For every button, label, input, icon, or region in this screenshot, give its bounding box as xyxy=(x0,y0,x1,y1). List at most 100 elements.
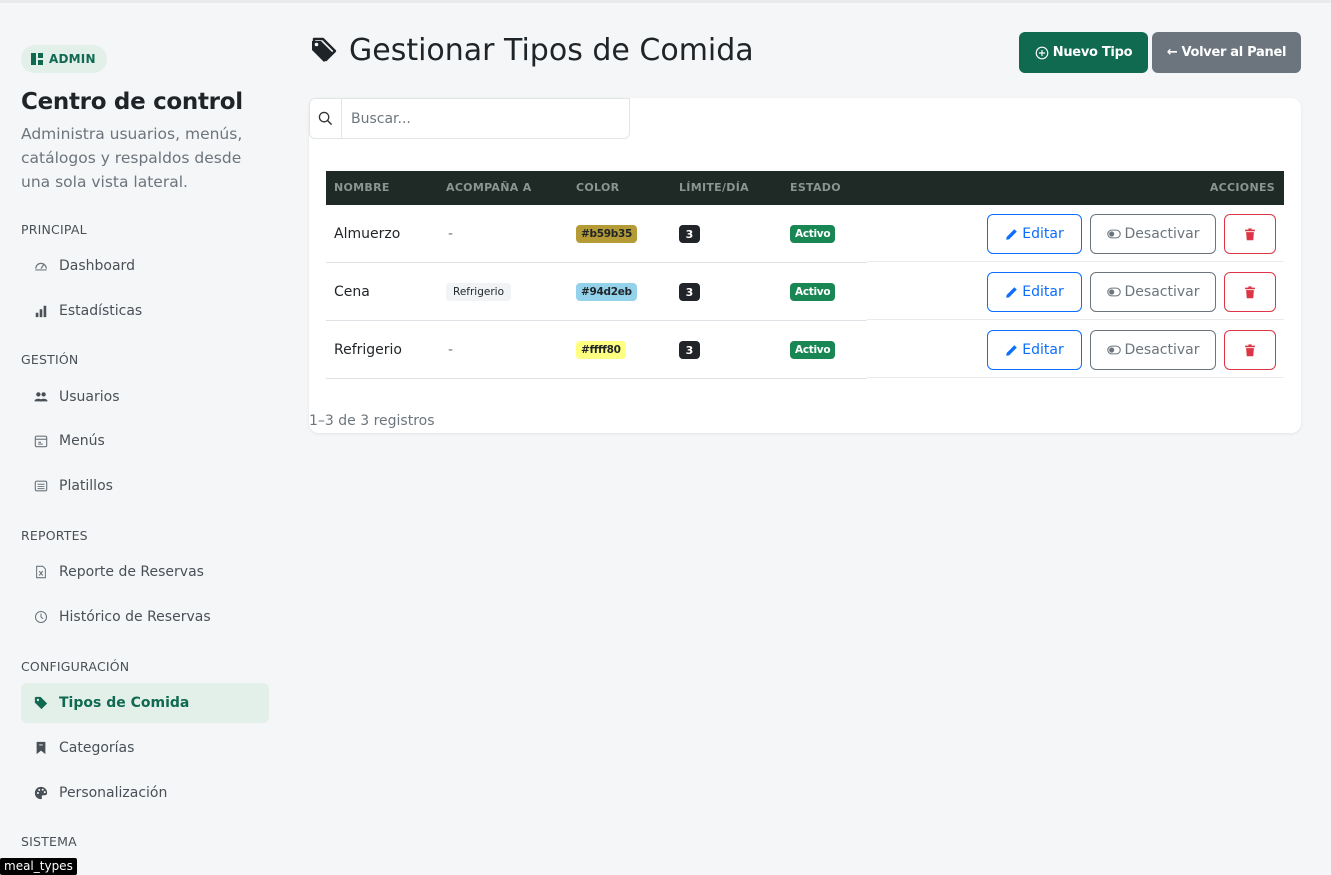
sidebar-item-label: Categorías xyxy=(59,740,135,756)
table-row: Cena Refrigerio #94d2eb 3 Activo Editar … xyxy=(326,263,1284,321)
sidebar-item-personalizacion[interactable]: Personalización xyxy=(21,773,269,813)
delete-button[interactable] xyxy=(1224,272,1276,312)
bookmark-icon xyxy=(34,741,48,755)
pagination-info: 1–3 de 3 registros xyxy=(309,413,435,429)
clock-history-icon xyxy=(34,610,48,624)
status-badge: Activo xyxy=(790,341,836,359)
sidebar-title: Centro de control xyxy=(21,89,243,115)
sidebar-item-historico-reservas[interactable]: Histórico de Reservas xyxy=(21,597,269,637)
col-limite[interactable]: LÍMITE/DÍA xyxy=(679,181,749,194)
status-badge: Activo xyxy=(790,283,836,301)
toggle-icon xyxy=(1106,229,1121,239)
limit-badge: 3 xyxy=(679,341,700,359)
pencil-icon xyxy=(1006,286,1018,298)
section-configuracion: CONFIGURACIÓN xyxy=(21,659,130,674)
edit-button[interactable]: Editar xyxy=(987,214,1082,254)
col-color[interactable]: COLOR xyxy=(576,181,619,194)
limit-badge: 3 xyxy=(679,225,700,243)
sidebar-description: Administra usuarios, menús, catálogos y … xyxy=(21,125,243,191)
sidebar-item-tipos-comida[interactable]: Tipos de Comida xyxy=(21,683,269,723)
cell-acompana: - xyxy=(448,226,454,242)
admin-badge-label: ADMIN xyxy=(49,52,96,66)
sidebar-item-label: Reporte de Reservas xyxy=(59,564,204,580)
deactivate-button[interactable]: Desactivar xyxy=(1090,272,1216,312)
toggle-icon xyxy=(1106,345,1121,355)
col-estado[interactable]: ESTADO xyxy=(790,181,841,194)
sidebar-item-usuarios[interactable]: Usuarios xyxy=(21,377,269,417)
delete-button[interactable] xyxy=(1224,330,1276,370)
delete-button[interactable] xyxy=(1224,214,1276,254)
table-row: Almuerzo - #b59b35 3 Activo Editar Desac… xyxy=(326,205,1284,263)
tooltip: meal_types xyxy=(0,858,77,875)
tags-icon xyxy=(312,37,337,62)
new-type-button-label: Nuevo Tipo xyxy=(1052,45,1133,60)
toggle-icon xyxy=(1106,287,1121,297)
bar-chart-icon xyxy=(34,304,48,318)
section-reportes: REPORTES xyxy=(21,528,88,543)
tag-icon xyxy=(34,696,48,710)
cell-nombre: Almuerzo xyxy=(334,226,401,242)
cell-nombre: Refrigerio xyxy=(334,342,402,358)
file-excel-icon xyxy=(34,565,48,579)
deactivate-button[interactable]: Desactivar xyxy=(1090,214,1216,254)
sidebar-item-dashboard[interactable]: Dashboard xyxy=(21,246,269,286)
pencil-icon xyxy=(1006,228,1018,240)
cell-nombre: Cena xyxy=(334,284,370,300)
arrow-left-icon: ← xyxy=(1166,45,1178,60)
table-header: NOMBRE ACOMPAÑA A COLOR LÍMITE/DÍA ESTAD… xyxy=(326,171,1284,205)
color-chip: #ffff80 xyxy=(576,341,626,359)
sidebar-item-label: Personalización xyxy=(59,785,168,801)
search-input[interactable] xyxy=(342,99,629,138)
limit-badge: 3 xyxy=(679,283,700,301)
sidebar-item-label: Estadísticas xyxy=(59,303,143,319)
col-acompana[interactable]: ACOMPAÑA A xyxy=(446,181,532,194)
cell-acompana: - xyxy=(448,342,454,358)
admin-badge: ADMIN xyxy=(21,45,107,73)
deactivate-button[interactable]: Desactivar xyxy=(1090,330,1216,370)
color-chip: #b59b35 xyxy=(576,225,637,243)
layout-icon xyxy=(31,53,43,65)
back-to-panel-button[interactable]: ← Volver al Panel xyxy=(1152,32,1301,73)
deactivate-label: Desactivar xyxy=(1124,226,1200,242)
new-type-button[interactable]: Nuevo Tipo xyxy=(1019,32,1148,73)
edit-button[interactable]: Editar xyxy=(987,330,1082,370)
page-title: Gestionar Tipos de Comida xyxy=(309,33,754,68)
sidebar-item-label: Histórico de Reservas xyxy=(59,609,211,625)
col-nombre[interactable]: NOMBRE xyxy=(334,181,390,194)
sidebar-item-estadisticas[interactable]: Estadísticas xyxy=(21,291,269,331)
edit-label: Editar xyxy=(1022,284,1064,300)
people-icon xyxy=(34,390,48,404)
cell-acompana: Refrigerio xyxy=(446,283,511,301)
col-acciones: ACCIONES xyxy=(1209,181,1275,194)
edit-button[interactable]: Editar xyxy=(987,272,1082,312)
page-title-text: Gestionar Tipos de Comida xyxy=(349,33,754,68)
sidebar-item-reporte-reservas[interactable]: Reporte de Reservas xyxy=(21,552,269,592)
sidebar-item-categorias[interactable]: Categorías xyxy=(21,728,269,768)
list-icon xyxy=(34,479,48,493)
color-chip: #94d2eb xyxy=(576,283,637,301)
trash-icon xyxy=(1245,285,1255,298)
speedometer-icon xyxy=(34,259,48,273)
trash-icon xyxy=(1245,343,1255,356)
section-gestion: GESTIÓN xyxy=(21,352,79,367)
edit-label: Editar xyxy=(1022,342,1064,358)
types-card: NOMBRE ACOMPAÑA A COLOR LÍMITE/DÍA ESTAD… xyxy=(309,98,1301,433)
deactivate-label: Desactivar xyxy=(1124,342,1200,358)
trash-icon xyxy=(1245,227,1255,240)
sidebar-item-platillos[interactable]: Platillos xyxy=(21,466,269,506)
sidebar-item-label: Dashboard xyxy=(59,258,135,274)
search-icon xyxy=(310,99,342,138)
deactivate-label: Desactivar xyxy=(1124,284,1200,300)
palette-icon xyxy=(34,786,48,800)
back-button-label: Volver al Panel xyxy=(1181,45,1287,60)
sidebar-item-menus[interactable]: Menús xyxy=(21,421,269,461)
calendar-icon xyxy=(34,434,48,448)
sidebar-item-label: Tipos de Comida xyxy=(59,695,190,711)
pencil-icon xyxy=(1006,344,1018,356)
status-badge: Activo xyxy=(790,225,836,243)
edit-label: Editar xyxy=(1022,226,1064,242)
search-box xyxy=(309,98,630,139)
sidebar-item-label: Menús xyxy=(59,433,105,449)
section-principal: PRINCIPAL xyxy=(21,222,87,237)
sidebar-item-label: Platillos xyxy=(59,478,113,494)
